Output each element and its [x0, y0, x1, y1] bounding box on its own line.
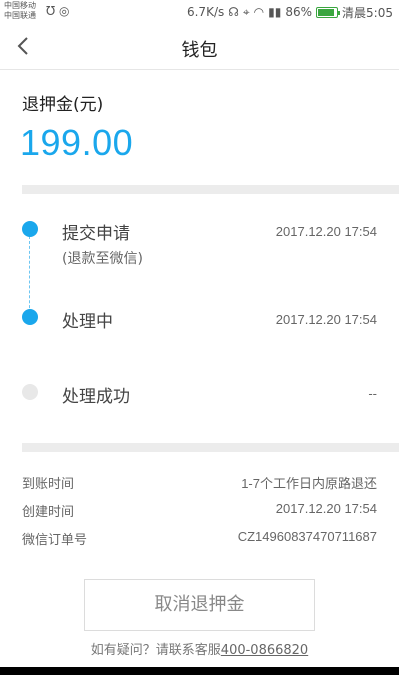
customer-service-phone-link[interactable]: 400-0866820 [221, 643, 308, 658]
cancel-deposit-refund-button[interactable]: 取消退押金 [84, 579, 315, 631]
wechat-order-value: CZ14960837470711687 [237, 529, 377, 544]
step-time-success: -- [368, 386, 377, 401]
refund-amount: 199.00 [20, 122, 134, 163]
clock: 清晨5:05 [342, 5, 393, 20]
timeline-dot-processing [22, 309, 38, 325]
timeline-dot-success [22, 384, 38, 400]
carrier-1: 中国移动 [4, 1, 36, 10]
carrier-info: 中国移动 中国联通 [4, 1, 36, 21]
signal-icon: ▮▮ [268, 5, 282, 19]
nav-bar: 钱包 [0, 24, 399, 70]
help-text: 如有疑问？请联系客服400-0866820 [0, 639, 399, 658]
app-notification-icon: Ʊ ◎ [46, 4, 70, 18]
wifi-icon: ◠ [253, 5, 265, 19]
arrival-time-value: 1-7个工作日内原路退还 [241, 476, 377, 491]
step-title-submitted: 提交申请 [62, 224, 130, 244]
section-divider [22, 185, 399, 194]
refund-amount-label: 退押金(元) [22, 95, 104, 115]
battery-icon [316, 6, 341, 18]
created-time-label: 创建时间 [22, 505, 75, 520]
step-title-processing: 处理中 [62, 312, 113, 332]
status-right: 6.7K/s ☊ ⌖ ◠ ▮▮ 86% 清晨5:05 [187, 4, 393, 20]
arrival-time-label: 到账时间 [22, 477, 75, 492]
notification-icons: Ʊ ◎ [46, 4, 69, 18]
status-bar: 中国移动 中国联通 Ʊ ◎ 6.7K/s ☊ ⌖ ◠ ▮▮ 86% 清晨5:05 [0, 0, 399, 24]
step-subtitle-submitted: (退款至微信) [62, 251, 143, 267]
network-speed: 6.7K/s [186, 5, 225, 19]
location-icon: ⌖ [242, 4, 250, 19]
carrier-2: 中国联通 [4, 11, 36, 20]
wechat-order-label: 微信订单号 [22, 533, 88, 548]
help-prompt: 如有疑问？请联系客服 [90, 643, 221, 658]
step-time-processing: 2017.12.20 17:54 [275, 312, 377, 327]
section-divider [22, 443, 399, 452]
step-time-submitted: 2017.12.20 17:54 [275, 224, 377, 239]
battery-percent: 86% [285, 5, 313, 19]
created-time-value: 2017.12.20 17:54 [275, 501, 377, 516]
step-title-success: 处理成功 [62, 387, 130, 407]
timeline-dot-submitted [22, 221, 38, 237]
bottom-bar [0, 667, 399, 675]
timeline-connector [29, 236, 30, 318]
headset-icon: ☊ [228, 5, 239, 19]
page-title: 钱包 [181, 40, 218, 61]
